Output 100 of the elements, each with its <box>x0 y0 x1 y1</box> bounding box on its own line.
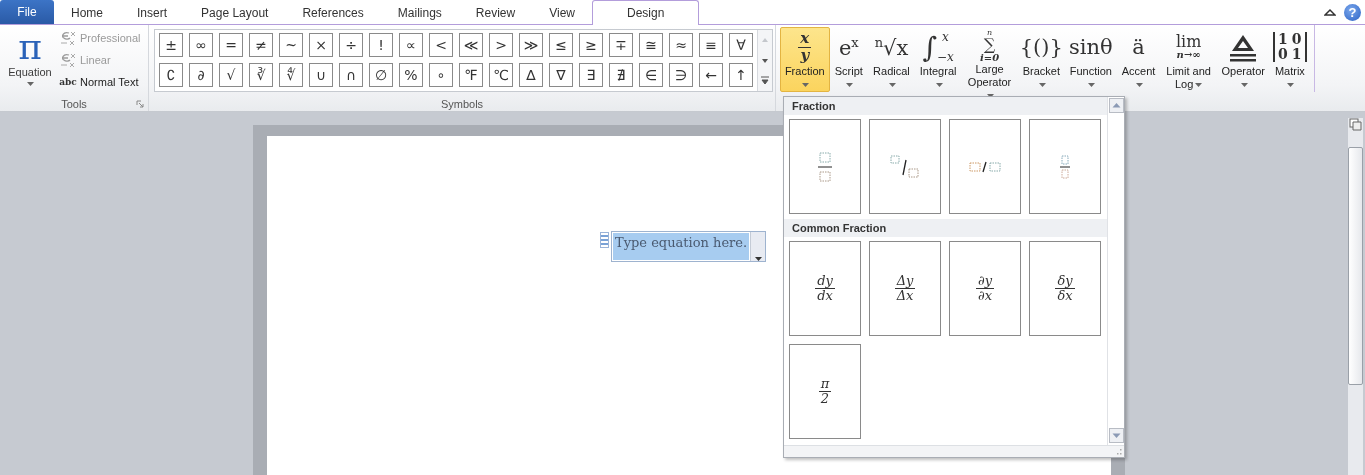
fraction-option[interactable] <box>869 119 941 214</box>
caret-icon <box>846 83 854 88</box>
equation-style-icon <box>59 29 77 47</box>
symbol-button[interactable]: ∝ <box>399 33 423 57</box>
caret-icon <box>1136 83 1144 88</box>
symbol-button[interactable]: √ <box>219 63 243 87</box>
symbol-button[interactable]: < <box>429 33 453 57</box>
caret-icon <box>1088 83 1096 88</box>
symbol-button[interactable]: ∅ <box>369 63 393 87</box>
fraction-option[interactable]: δy δx <box>1029 241 1101 336</box>
caret-icon <box>26 82 34 86</box>
scroll-thumb[interactable] <box>1348 147 1363 385</box>
structure-button[interactable]: $^{n}$√x Radical <box>868 27 915 92</box>
symbol-button[interactable]: ~ <box>279 33 303 57</box>
symbol-button[interactable]: % <box>399 63 423 87</box>
structure-button[interactable]: x y Fraction <box>780 27 830 92</box>
tool-option[interactable]: abc Normal Text <box>59 72 141 92</box>
caret-icon <box>1287 83 1295 88</box>
symbol-button[interactable]: ∃ <box>579 63 603 87</box>
symbol-button[interactable]: ± <box>159 33 183 57</box>
structure-button[interactable]: sinθ Function <box>1064 27 1117 92</box>
group-label: Tools <box>61 97 87 110</box>
file-tab[interactable]: File <box>0 0 54 24</box>
resize-grip-icon[interactable] <box>1114 447 1122 456</box>
ribbon-tab[interactable]: Page Layout <box>184 0 286 24</box>
skewed-fraction-icon <box>890 154 920 179</box>
fraction-option[interactable]: Δy Δx <box>869 241 941 336</box>
equation-button[interactable]: π Equation <box>4 28 56 96</box>
small-fraction-icon <box>1060 154 1070 179</box>
caret-icon <box>888 83 896 88</box>
fraction-option[interactable] <box>949 119 1021 214</box>
symbol-button[interactable]: ∓ <box>609 33 633 57</box>
symbol-button[interactable]: ∄ <box>609 63 633 87</box>
symbol-button[interactable]: ∪ <box>309 63 333 87</box>
section-heading: Common Fraction <box>784 219 1107 237</box>
symbol-button[interactable]: ≤ <box>549 33 573 57</box>
equation-field[interactable]: Type equation here. <box>611 231 767 262</box>
caret-icon <box>1195 83 1203 88</box>
structure-button[interactable]: 1 0 0 1 Matrix <box>1269 27 1311 92</box>
ribbon-tab[interactable]: Review <box>458 0 533 24</box>
symbol-button[interactable]: ℉ <box>459 63 483 87</box>
symbol-button[interactable]: ÷ <box>339 33 363 57</box>
symbol-button[interactable]: ≈ <box>669 33 693 57</box>
symbol-button[interactable]: ≪ <box>459 33 483 57</box>
caret-icon <box>1038 83 1046 88</box>
structure-button[interactable]: ä Accent <box>1116 27 1161 92</box>
vertical-scrollbar[interactable] <box>1348 118 1363 475</box>
structure-button[interactable]: {()} Bracket <box>1017 27 1065 92</box>
ribbon-tab[interactable]: References <box>285 0 381 24</box>
scroll-down-icon[interactable] <box>1108 428 1124 443</box>
group-label: Symbols <box>440 97 484 110</box>
ribbon-tab[interactable]: View <box>532 0 592 24</box>
symbol-button[interactable]: ∇ <box>549 63 573 87</box>
fraction-option[interactable]: dy dx <box>789 241 861 336</box>
fraction-option[interactable]: ∂y ∂x <box>949 241 1021 336</box>
ribbon-tab[interactable]: Design <box>591 0 700 25</box>
stacked-fraction-icon <box>818 151 832 182</box>
fraction-option[interactable]: π 2 <box>789 344 861 439</box>
symbol-button[interactable]: = <box>219 33 243 57</box>
symbol-button[interactable]: ∞ <box>189 33 213 57</box>
equation-style-icon <box>59 51 77 69</box>
symbol-button[interactable]: ! <box>369 33 393 57</box>
ribbon-tab[interactable]: Home <box>54 0 120 24</box>
symbol-button[interactable]: ∆ <box>519 63 543 87</box>
symbol-button[interactable]: ≡ <box>699 33 723 57</box>
symbol-button[interactable]: ≅ <box>639 33 663 57</box>
symbol-button[interactable]: ← <box>699 63 723 87</box>
symbol-button[interactable]: ∘ <box>429 63 453 87</box>
symbol-button[interactable]: ∀ <box>729 33 753 57</box>
symbol-button[interactable]: ∜ <box>279 63 303 87</box>
collapse-ribbon-icon[interactable] <box>1324 7 1336 17</box>
symbol-button[interactable]: > <box>489 33 513 57</box>
scroll-up-icon[interactable] <box>1108 98 1124 113</box>
symbol-button[interactable]: ∩ <box>339 63 363 87</box>
symbol-button[interactable]: ∈ <box>639 63 663 87</box>
fraction-option[interactable] <box>789 119 861 214</box>
ribbon-tab[interactable]: Insert <box>120 0 185 24</box>
linear-fraction-icon <box>969 160 1001 173</box>
structure-button[interactable]: lim n→∞ Limit and Log <box>1160 27 1217 92</box>
caret-icon <box>1240 83 1248 88</box>
structure-button[interactable]: Operator <box>1216 27 1270 92</box>
options-button[interactable] <box>750 232 766 261</box>
ribbon-tab[interactable]: Mailings <box>380 0 459 24</box>
symbol-button[interactable]: ≠ <box>249 33 273 57</box>
symbol-button[interactable]: × <box>309 33 333 57</box>
caret-icon <box>754 257 762 261</box>
symbol-button[interactable]: ∋ <box>669 63 693 87</box>
drag-handle[interactable] <box>600 232 609 248</box>
symbol-button[interactable]: ∂ <box>189 63 213 87</box>
fraction-option[interactable] <box>1029 119 1101 214</box>
symbol-button[interactable]: ∛ <box>249 63 273 87</box>
structure-button[interactable]: e$^{x}$ Script <box>829 27 869 92</box>
symbol-button[interactable]: ≫ <box>519 33 543 57</box>
symbol-button[interactable]: ↑ <box>729 63 753 87</box>
caret-icon <box>935 83 943 88</box>
symbol-button[interactable]: ∁ <box>159 63 183 87</box>
symbol-button[interactable]: ℃ <box>489 63 513 87</box>
ruler-icon[interactable] <box>1349 118 1362 131</box>
symbol-button[interactable]: ≥ <box>579 33 603 57</box>
dialog-launcher-icon[interactable] <box>136 100 144 108</box>
